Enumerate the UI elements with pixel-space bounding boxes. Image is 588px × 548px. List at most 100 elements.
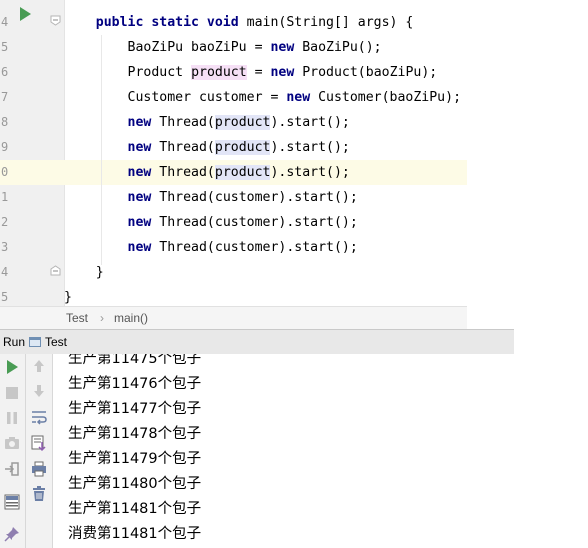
code-text[interactable]: new Thread(customer).start(); xyxy=(64,210,358,235)
print-icon[interactable] xyxy=(30,460,48,478)
code-editor[interactable]: 4 public static void main(String[] args)… xyxy=(0,0,467,306)
code-token: BaoZiPu baoZiPu = xyxy=(127,40,271,55)
line-number: 6 xyxy=(1,65,9,79)
code-line[interactable]: 9 new Thread(product).start(); xyxy=(0,135,467,160)
code-token: Customer(baoZiPu); xyxy=(318,90,462,105)
highlighted-identifier: product xyxy=(214,140,271,155)
code-line[interactable]: 6 Product product = new Product(baoZiPu)… xyxy=(0,60,467,85)
code-token: } xyxy=(64,290,72,305)
pause-icon[interactable] xyxy=(3,409,21,427)
console-line: 生产第11478个包子 xyxy=(68,426,202,442)
login-icon[interactable] xyxy=(3,460,21,478)
code-text[interactable]: new Thread(customer).start(); xyxy=(64,185,358,210)
code-token: Thread( xyxy=(159,165,215,180)
run-tab-label[interactable]: Test xyxy=(45,330,67,354)
code-token: = xyxy=(246,65,271,80)
console-line: 生产第11481个包子 xyxy=(68,501,202,517)
trash-icon[interactable] xyxy=(30,485,48,503)
code-token: Thread( xyxy=(159,140,215,155)
fold-icon[interactable] xyxy=(50,15,61,26)
pin-icon[interactable] xyxy=(3,525,21,543)
code-text[interactable]: new Thread(customer).start(); xyxy=(64,235,358,260)
camera-icon[interactable] xyxy=(3,434,21,452)
highlighted-identifier: product xyxy=(214,165,271,180)
code-text[interactable]: BaoZiPu baoZiPu = new BaoZiPu(); xyxy=(64,35,382,60)
code-line[interactable]: 7 Customer customer = new Customer(baoZi… xyxy=(0,85,467,110)
code-keyword: new xyxy=(270,40,303,55)
code-token: ).start(); xyxy=(270,165,350,180)
highlighted-identifier: product xyxy=(191,65,247,80)
breadcrumb-method[interactable]: main() xyxy=(114,307,148,329)
run-gutter-icon[interactable] xyxy=(20,7,31,21)
code-keyword: new xyxy=(127,165,160,180)
code-keyword: new xyxy=(286,90,319,105)
console-line: 消费第11481个包子 xyxy=(68,526,202,542)
code-token: Product(baoZiPu); xyxy=(302,65,438,80)
line-number: 4 xyxy=(1,265,9,279)
code-text[interactable]: new Thread(product).start(); xyxy=(64,160,350,185)
soft-wrap-icon[interactable] xyxy=(30,408,48,426)
rerun-icon[interactable] xyxy=(3,358,21,376)
fold-end-icon[interactable] xyxy=(50,265,61,276)
layout-icon[interactable] xyxy=(3,493,21,511)
code-keyword: public static void xyxy=(95,15,247,30)
code-line[interactable]: 3 new Thread(customer).start(); xyxy=(0,235,467,260)
up-arrow-icon[interactable] xyxy=(30,357,48,375)
stop-icon[interactable] xyxy=(3,384,21,402)
code-line[interactable]: 1 new Thread(customer).start(); xyxy=(0,185,467,210)
console-line: 生产第11479个包子 xyxy=(68,451,202,467)
run-panel-header: Run Test xyxy=(0,329,514,355)
code-keyword: new xyxy=(127,215,160,230)
line-number: 8 xyxy=(1,115,9,129)
code-line[interactable]: 0 new Thread(product).start(); xyxy=(0,160,467,185)
indent-guide xyxy=(101,35,102,265)
breadcrumb: Test › main() xyxy=(0,306,467,329)
code-token: Thread( xyxy=(159,115,215,130)
code-text[interactable]: } xyxy=(64,260,104,285)
run-toolbar-left xyxy=(0,354,26,548)
code-text[interactable]: new Thread(product).start(); xyxy=(64,110,350,135)
line-number: 5 xyxy=(1,40,9,54)
code-line[interactable]: 4 } xyxy=(0,260,467,285)
code-line[interactable]: 4 public static void main(String[] args)… xyxy=(0,10,467,35)
line-number: 1 xyxy=(1,190,9,204)
code-token: main(String[] args) { xyxy=(246,15,414,30)
console-line: 生产第11477个包子 xyxy=(68,401,202,417)
line-number: 2 xyxy=(1,215,9,229)
code-text[interactable]: } xyxy=(64,285,72,306)
code-token: Product xyxy=(127,65,192,80)
code-text[interactable]: new Thread(product).start(); xyxy=(64,135,350,160)
console-tab-icon xyxy=(29,337,41,347)
code-token: } xyxy=(95,265,104,280)
breadcrumb-separator: › xyxy=(100,311,104,325)
code-token: ).start(); xyxy=(270,140,350,155)
console-line: 生产第11475个包子 xyxy=(68,354,202,367)
scroll-to-end-icon[interactable] xyxy=(30,434,48,452)
down-arrow-icon[interactable] xyxy=(30,382,48,400)
line-number: 7 xyxy=(1,90,9,104)
code-line[interactable]: 5 BaoZiPu baoZiPu = new BaoZiPu(); xyxy=(0,35,467,60)
code-text[interactable]: Product product = new Product(baoZiPu); xyxy=(64,60,437,85)
run-panel-label: Run xyxy=(3,335,26,349)
console-output[interactable]: 生产第11475个包子 生产第11476个包子 生产第11477个包子 生产第1147… xyxy=(53,354,514,548)
code-keyword: new xyxy=(270,65,303,80)
code-line[interactable]: 5} xyxy=(0,285,467,306)
console-line: 生产第11480个包子 xyxy=(68,476,202,492)
run-toolbar-right xyxy=(26,354,53,548)
line-number: 4 xyxy=(1,15,9,29)
code-text[interactable]: Customer customer = new Customer(baoZiPu… xyxy=(64,85,461,110)
code-line[interactable]: 8 new Thread(product).start(); xyxy=(0,110,467,135)
code-text[interactable]: public static void main(String[] args) { xyxy=(64,10,414,35)
code-line[interactable]: 2 new Thread(customer).start(); xyxy=(0,210,467,235)
code-token: BaoZiPu(); xyxy=(302,40,382,55)
breadcrumb-class[interactable]: Test xyxy=(66,307,88,329)
line-number: 0 xyxy=(1,165,9,179)
